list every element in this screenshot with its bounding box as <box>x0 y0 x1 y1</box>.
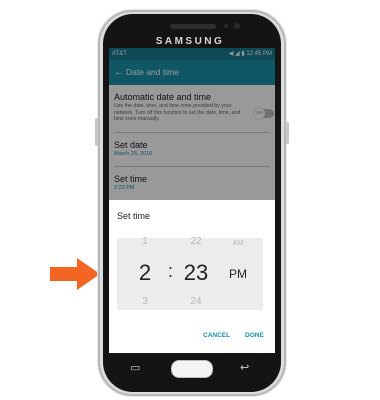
minute-value[interactable]: 23 <box>178 260 214 286</box>
cancel-button[interactable]: CANCEL <box>203 332 230 339</box>
minute-next[interactable]: 24 <box>183 296 209 307</box>
ampm-prev[interactable]: AM <box>225 240 251 247</box>
volume-button <box>95 118 98 146</box>
pointer-arrow-icon <box>50 258 100 290</box>
hour-value[interactable]: 2 <box>131 260 159 286</box>
brand-logo: SAMSUNG <box>155 36 225 47</box>
ampm-value[interactable]: PM <box>225 267 251 281</box>
earpiece-speaker <box>170 24 216 29</box>
hour-next[interactable]: 3 <box>135 296 155 307</box>
dialog-title: Set time <box>117 211 151 221</box>
hour-prev[interactable]: 1 <box>135 236 155 247</box>
home-button[interactable] <box>171 360 213 378</box>
phone-screen: AT&T ◀ ◢ ▮ 12:45 PM ← Date and time Auto… <box>109 48 275 353</box>
front-camera <box>234 23 240 29</box>
sensor <box>224 24 228 28</box>
done-button[interactable]: DONE <box>245 332 264 339</box>
back-key-icon[interactable]: ↩ <box>240 361 249 374</box>
recent-apps-icon[interactable]: ▭ <box>130 361 140 374</box>
time-colon: : <box>168 261 174 281</box>
set-time-dialog: Set time 1 2 3 : 22 23 24 AM PM CANCEL D… <box>109 200 275 353</box>
power-button <box>286 122 289 144</box>
minute-prev[interactable]: 22 <box>183 236 209 247</box>
time-picker: 1 2 3 : 22 23 24 AM PM <box>117 236 263 310</box>
